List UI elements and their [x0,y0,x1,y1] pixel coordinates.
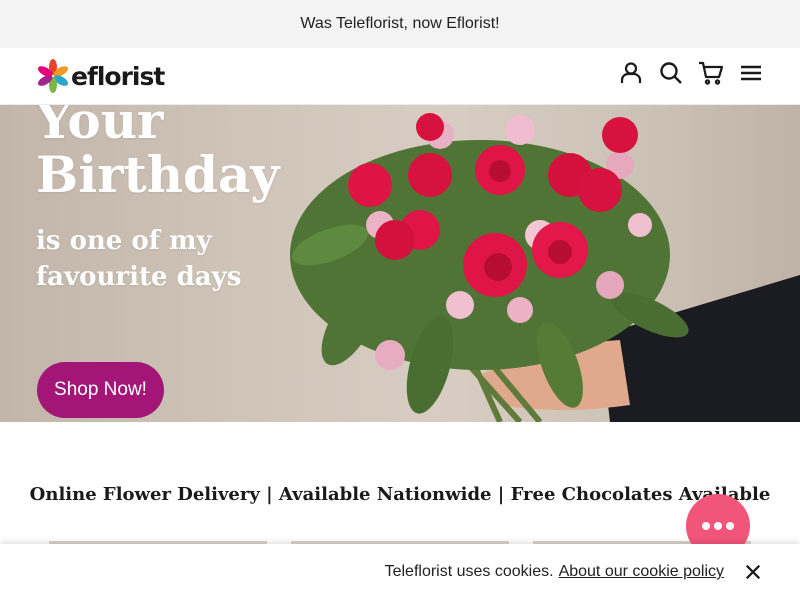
chat-dot [714,522,722,530]
logo-text: eflorist [71,61,165,91]
shop-now-button[interactable]: Shop Now! [37,362,164,418]
hero-title-line2: Birthday [36,145,280,204]
chat-dot [726,522,734,530]
cart-icon[interactable] [698,60,724,86]
hero-subtitle-line1: is one of my [36,226,212,256]
cookie-bar: Teleflorist uses cookies. About our cook… [0,544,800,600]
announcement-bar: Was Teleflorist, now Eflorist! [0,0,800,48]
logo[interactable]: eflorist [36,59,165,93]
search-icon[interactable] [658,60,684,86]
site-header: eflorist [0,48,800,105]
cookie-text: Teleflorist uses cookies. [384,563,554,580]
cookie-policy-link[interactable]: About our cookie policy [559,563,724,581]
hero-banner[interactable]: Your Birthday is one of my favourite day… [0,105,800,422]
close-icon[interactable] [742,561,764,583]
chat-dot [702,522,710,530]
delivery-tagline: Online Flower Delivery | Available Natio… [29,484,771,505]
hero-title-line1: Your [36,105,164,150]
hero-subtitle-line2: favourite days [36,262,242,292]
menu-icon[interactable] [738,60,764,86]
announcement-text: Was Teleflorist, now Eflorist! [300,15,500,32]
account-icon[interactable] [618,60,644,86]
flower-logo-icon [37,59,69,93]
